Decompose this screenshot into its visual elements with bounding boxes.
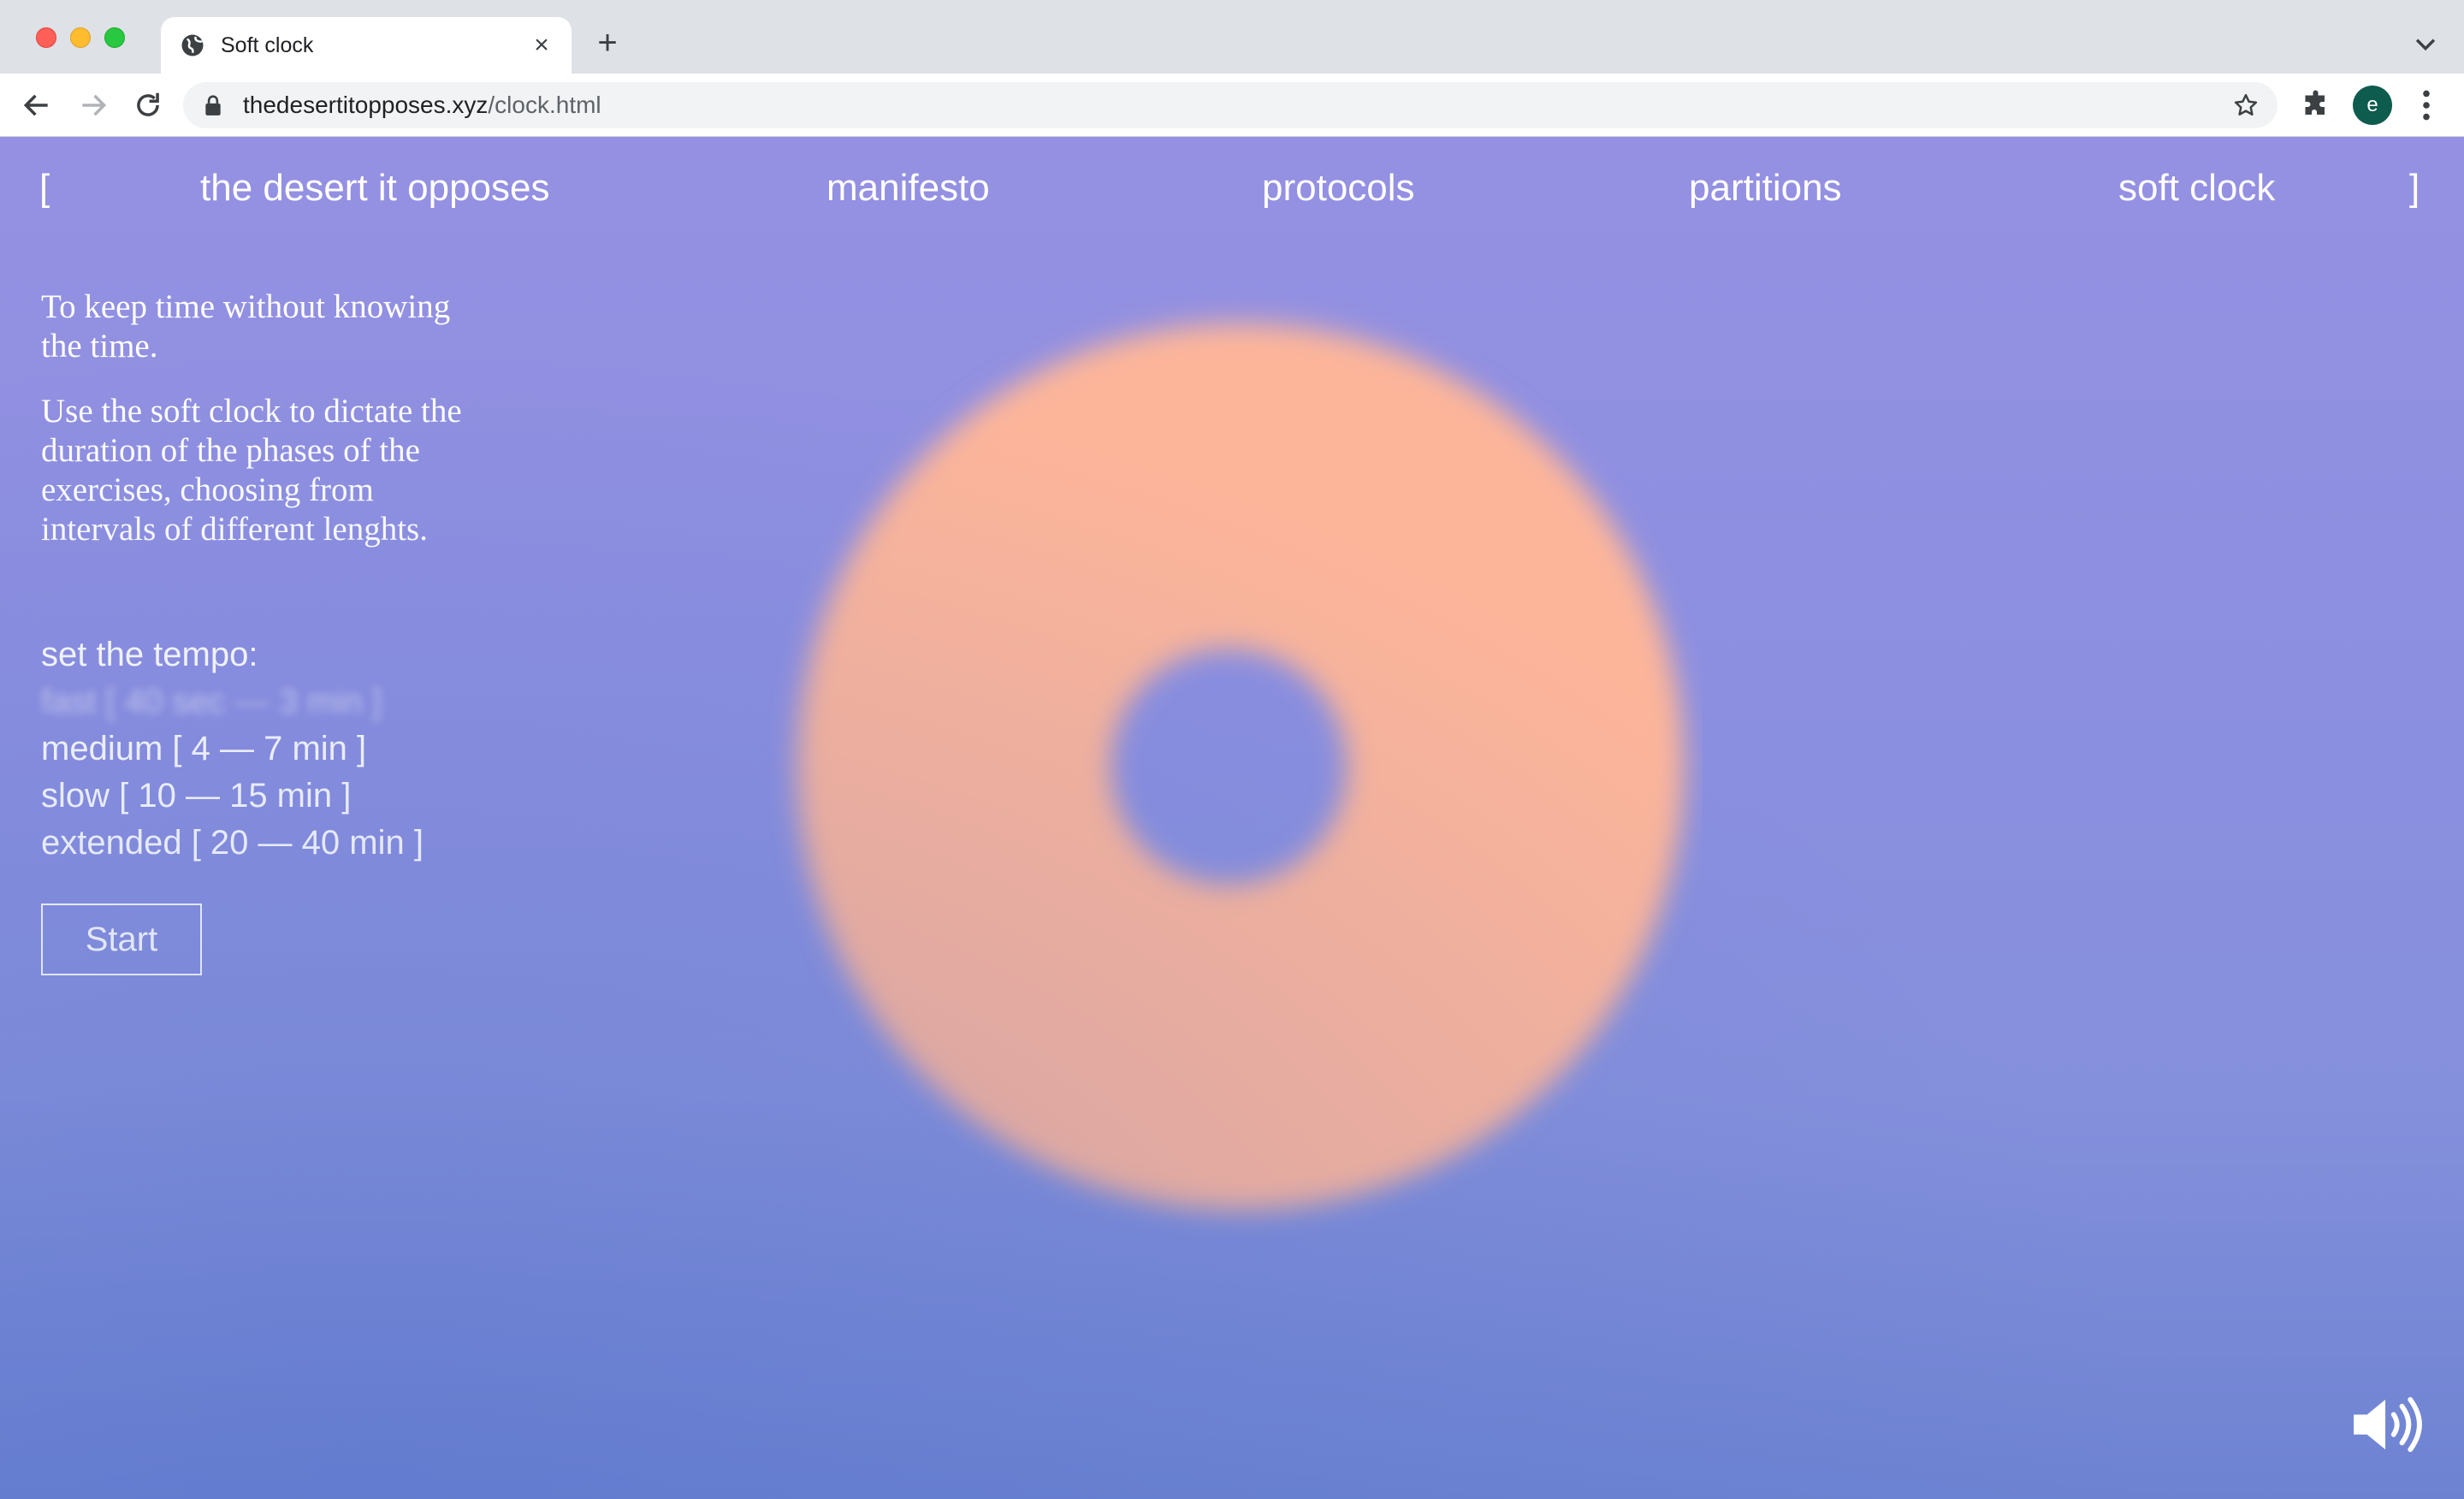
url-text: thedesertitopposes.xyz/clock.html — [243, 92, 601, 118]
close-window-button[interactable] — [36, 27, 56, 48]
nav-bracket-open: [ — [39, 167, 50, 209]
nav-item-soft-clock[interactable]: soft clock — [2118, 163, 2275, 214]
star-icon[interactable] — [2233, 92, 2259, 118]
nav-item-protocols[interactable]: protocols — [1262, 163, 1415, 214]
intro-line-2: Use the soft clock to dictate the durati… — [41, 393, 462, 548]
nav-item-manifesto[interactable]: manifesto — [826, 163, 990, 214]
page-viewport: [ the desert it opposes manifesto protoc… — [0, 137, 2464, 1499]
tab-title: Soft clock — [221, 33, 314, 57]
new-tab-button[interactable]: + — [590, 26, 625, 60]
url-path: /clock.html — [488, 92, 601, 118]
tempo-label: set the tempo: — [41, 636, 258, 673]
tempo-option-slow[interactable]: slow [ 10 — 15 min ] — [41, 773, 424, 820]
address-bar[interactable]: thedesertitopposes.xyz/clock.html — [183, 82, 2277, 128]
url-host: thedesertitopposes.xyz — [243, 92, 489, 118]
browser-tabstrip: Soft clock × + — [0, 0, 2464, 74]
maximize-window-button[interactable] — [104, 27, 125, 48]
chevron-down-icon[interactable] — [2411, 29, 2440, 58]
forward-arrow-icon[interactable] — [77, 89, 110, 121]
nav-item-home[interactable]: the desert it opposes — [200, 163, 549, 214]
tempo-option-extended[interactable]: extended [ 20 — 40 min ] — [41, 820, 424, 867]
nav-item-partitions[interactable]: partitions — [1689, 163, 1842, 214]
tempo-selector: set the tempo: fast [ 40 sec — 3 min ] m… — [41, 631, 424, 867]
browser-toolbar: thedesertitopposes.xyz/clock.html e — [0, 74, 2464, 137]
back-arrow-icon[interactable] — [21, 89, 53, 121]
puzzle-icon[interactable] — [2301, 89, 2332, 120]
tab-close-icon[interactable]: × — [527, 31, 556, 60]
reload-icon[interactable] — [132, 89, 164, 121]
nav-bracket-close: ] — [2409, 167, 2420, 209]
start-button[interactable]: Start — [41, 904, 202, 975]
tempo-option-fast[interactable]: fast [ 40 sec — 3 min ] — [41, 678, 424, 726]
minimize-window-button[interactable] — [70, 27, 91, 48]
more-menu-icon[interactable] — [2414, 89, 2438, 121]
browser-tab-active[interactable]: Soft clock × — [161, 17, 572, 74]
intro-text: To keep time without knowing the time. U… — [41, 287, 486, 549]
profile-avatar[interactable]: e — [2353, 86, 2392, 125]
globe-icon — [181, 34, 204, 56]
intro-line-1: To keep time without knowing the time. — [41, 288, 451, 364]
speaker-volume-icon[interactable] — [2349, 1395, 2425, 1455]
soft-clock-ring — [744, 282, 1703, 1241]
lock-icon[interactable] — [204, 94, 222, 116]
site-nav: [ the desert it opposes manifesto protoc… — [0, 163, 2464, 214]
tempo-option-medium[interactable]: medium [ 4 — 7 min ] — [41, 726, 424, 773]
